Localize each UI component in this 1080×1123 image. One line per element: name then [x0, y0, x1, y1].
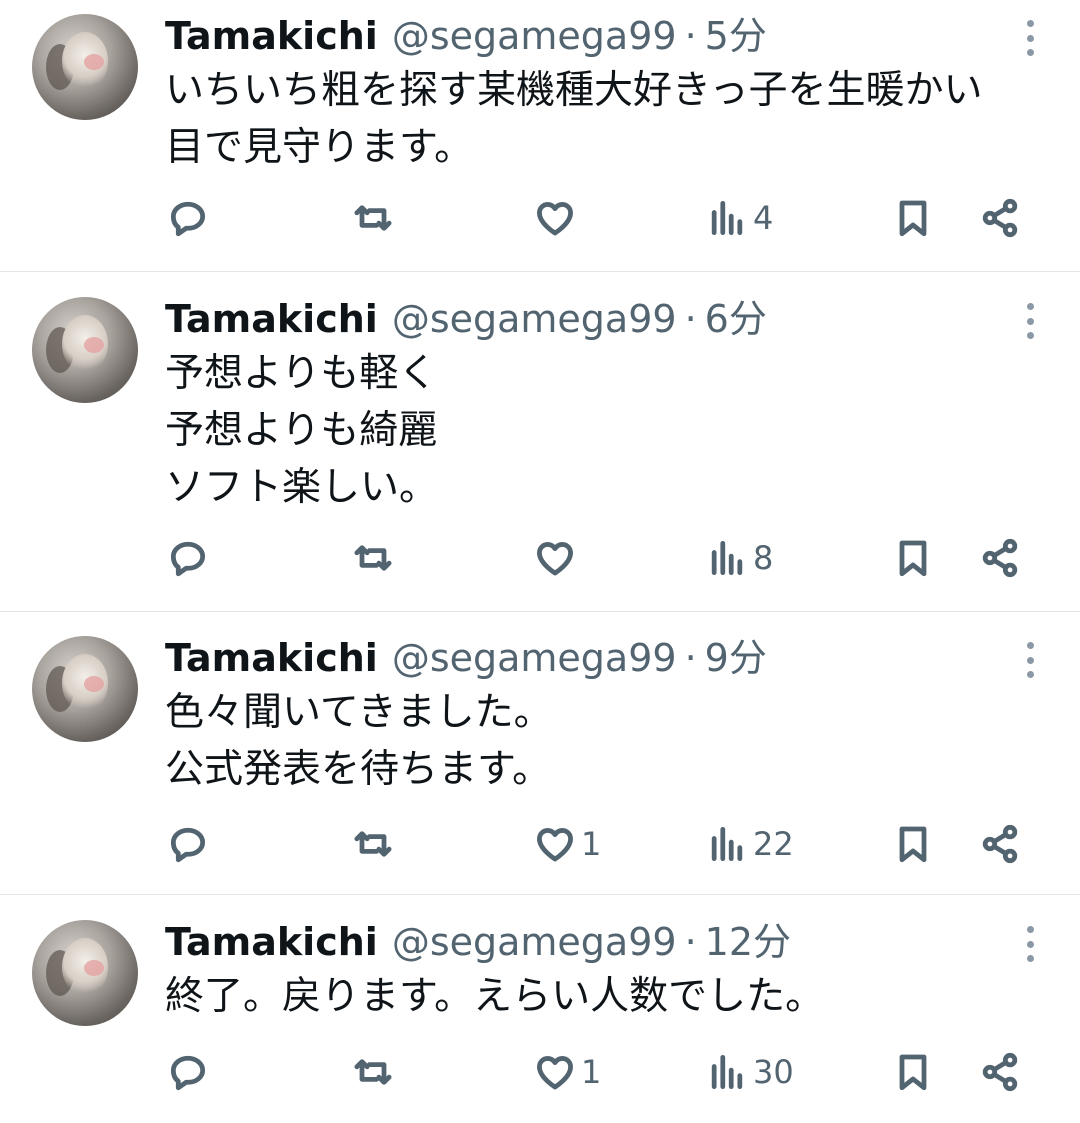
- views-icon: [711, 826, 743, 862]
- bookmark-button[interactable]: [891, 188, 935, 248]
- share-icon: [982, 1052, 1018, 1092]
- user-name[interactable]: Tamakichi: [165, 636, 378, 680]
- bookmark-icon: [899, 540, 927, 577]
- user-name[interactable]: Tamakichi: [165, 920, 378, 964]
- views-button[interactable]: 8: [705, 528, 773, 588]
- share-button[interactable]: [978, 1042, 1022, 1102]
- divider: [0, 271, 1080, 272]
- timestamp[interactable]: 9分: [705, 636, 767, 680]
- retweet-button[interactable]: [351, 1042, 395, 1102]
- separator: ·: [684, 14, 697, 58]
- avatar[interactable]: [32, 14, 138, 120]
- reply-button[interactable]: [166, 528, 210, 588]
- share-button[interactable]: [978, 188, 1022, 248]
- view-count: 4: [753, 199, 774, 237]
- user-handle[interactable]: @segamega99: [392, 297, 677, 341]
- share-button[interactable]: [978, 528, 1022, 588]
- reply-button[interactable]: [166, 188, 210, 248]
- share-button[interactable]: [978, 814, 1022, 874]
- tweet-header: Tamakichi @segamega99 · 9分: [165, 636, 767, 680]
- tweet-card[interactable]: Tamakichi @segamega99 · 6分 予想よりも軽く 予想よりも…: [0, 283, 1080, 611]
- divider: [0, 894, 1080, 895]
- heart-icon: [537, 202, 573, 236]
- reply-button[interactable]: [166, 814, 210, 874]
- like-button[interactable]: 1: [533, 814, 601, 874]
- like-button[interactable]: [533, 188, 581, 248]
- bookmark-button[interactable]: [891, 528, 935, 588]
- reply-icon: [170, 201, 206, 237]
- tweet-card[interactable]: Tamakichi @segamega99 · 5分 いちいち粗を探す某機種大好…: [0, 0, 1080, 272]
- retweet-icon: [354, 831, 392, 857]
- share-icon: [982, 198, 1018, 238]
- timestamp[interactable]: 6分: [705, 297, 767, 341]
- divider: [0, 611, 1080, 612]
- retweet-icon: [354, 205, 392, 231]
- tweet-text: 予想よりも軽く 予想よりも綺麗 ソフト楽しい。: [165, 351, 439, 510]
- like-count: 1: [581, 1053, 602, 1091]
- tweet-card[interactable]: Tamakichi @segamega99 · 9分 色々聞いてきました。 公式…: [0, 622, 1080, 894]
- more-icon[interactable]: [1022, 20, 1038, 56]
- separator: ·: [684, 636, 697, 680]
- like-count: 1: [581, 825, 602, 863]
- more-icon[interactable]: [1022, 303, 1038, 339]
- views-button[interactable]: 4: [705, 188, 773, 248]
- bookmark-button[interactable]: [891, 814, 935, 874]
- user-handle[interactable]: @segamega99: [392, 920, 677, 964]
- like-button[interactable]: 1: [533, 1042, 601, 1102]
- tweet-header: Tamakichi @segamega99 · 12分: [165, 920, 791, 964]
- views-icon: [711, 540, 743, 576]
- bookmark-icon: [899, 200, 927, 237]
- reply-icon: [170, 827, 206, 863]
- action-bar: 1 30: [0, 1042, 1080, 1102]
- timestamp[interactable]: 5分: [705, 14, 767, 58]
- share-icon: [982, 538, 1018, 578]
- retweet-button[interactable]: [351, 188, 395, 248]
- separator: ·: [684, 297, 697, 341]
- bookmark-icon: [899, 1054, 927, 1091]
- separator: ·: [684, 920, 697, 964]
- tweet-text: 色々聞いてきました。 公式発表を待ちます。: [165, 690, 553, 792]
- bookmark-icon: [899, 826, 927, 863]
- timestamp[interactable]: 12分: [705, 920, 791, 964]
- more-icon[interactable]: [1022, 926, 1038, 962]
- views-button[interactable]: 22: [705, 814, 794, 874]
- user-handle[interactable]: @segamega99: [392, 14, 677, 58]
- tweet-card[interactable]: Tamakichi @segamega99 · 12分 終了。戻ります。えらい人…: [0, 906, 1080, 1123]
- action-bar: 4: [0, 188, 1080, 248]
- avatar[interactable]: [32, 297, 138, 403]
- views-button[interactable]: 30: [705, 1042, 794, 1102]
- retweet-icon: [354, 1059, 392, 1085]
- reply-icon: [170, 1055, 206, 1091]
- retweet-button[interactable]: [351, 528, 395, 588]
- view-count: 22: [753, 825, 794, 863]
- heart-icon: [537, 542, 573, 576]
- like-button[interactable]: [533, 528, 581, 588]
- user-name[interactable]: Tamakichi: [165, 297, 378, 341]
- heart-icon: [537, 828, 573, 862]
- action-bar: 8: [0, 528, 1080, 588]
- user-handle[interactable]: @segamega99: [392, 636, 677, 680]
- tweet-text: 終了。戻ります。えらい人数でした。: [165, 974, 825, 1019]
- avatar[interactable]: [32, 920, 138, 1026]
- user-name[interactable]: Tamakichi: [165, 14, 378, 58]
- reply-icon: [170, 541, 206, 577]
- bookmark-button[interactable]: [891, 1042, 935, 1102]
- view-count: 30: [753, 1053, 794, 1091]
- tweet-header: Tamakichi @segamega99 · 6分: [165, 297, 767, 341]
- more-icon[interactable]: [1022, 642, 1038, 678]
- reply-button[interactable]: [166, 1042, 210, 1102]
- timeline: Tamakichi @segamega99 · 5分 いちいち粗を探す某機種大好…: [0, 0, 1080, 1123]
- tweet-text: いちいち粗を探す某機種大好きっ子を生暖かい 目で見守ります。: [165, 68, 983, 170]
- views-icon: [711, 1054, 743, 1090]
- avatar[interactable]: [32, 636, 138, 742]
- heart-icon: [537, 1056, 573, 1090]
- action-bar: 1 22: [0, 814, 1080, 874]
- tweet-header: Tamakichi @segamega99 · 5分: [165, 14, 767, 58]
- views-icon: [711, 200, 743, 236]
- retweet-button[interactable]: [351, 814, 395, 874]
- share-icon: [982, 824, 1018, 864]
- view-count: 8: [753, 539, 774, 577]
- retweet-icon: [354, 545, 392, 571]
